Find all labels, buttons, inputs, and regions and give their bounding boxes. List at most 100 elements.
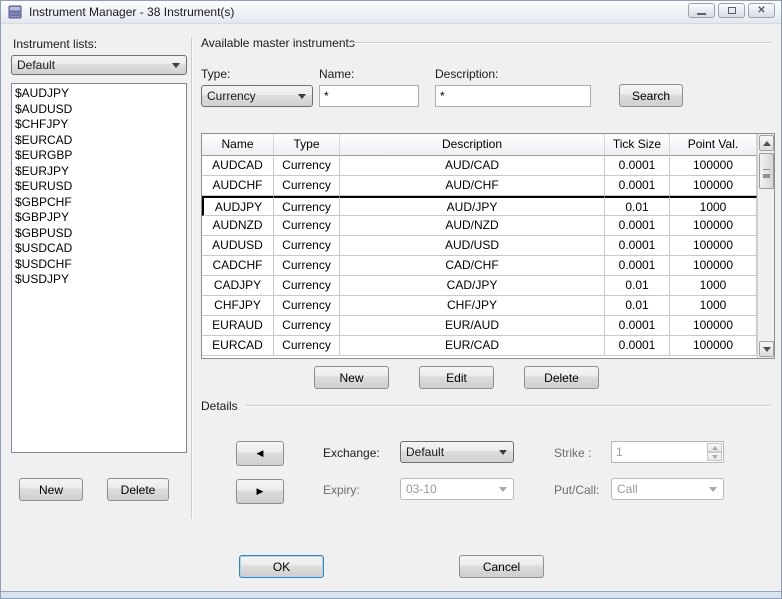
close-button[interactable]: ✕ <box>748 3 775 18</box>
maximize-button[interactable] <box>718 3 745 18</box>
table-cell-type[interactable]: Currency <box>274 296 340 316</box>
table-row[interactable]: AUDCAD Currency AUD/CAD 0.0001 100000 <box>202 156 774 176</box>
list-item[interactable]: $AUDUSD <box>15 102 186 118</box>
table-cell-point_val[interactable]: 100000 <box>670 176 757 196</box>
description-input[interactable] <box>435 85 591 107</box>
list-item[interactable]: $AUDJPY <box>15 86 186 102</box>
table-cell-description[interactable]: AUD/USD <box>340 236 605 256</box>
table-cell-type[interactable]: Currency <box>274 196 340 216</box>
table-cell-name[interactable]: AUDUSD <box>202 236 274 256</box>
list-item[interactable]: $USDJPY <box>15 272 186 288</box>
table-cell-point_val[interactable]: 1000 <box>670 296 757 316</box>
table-cell-tick_size[interactable]: 0.01 <box>605 296 670 316</box>
list-item[interactable]: $GBPJPY <box>15 210 186 226</box>
table-cell-point_val[interactable]: 100000 <box>670 336 757 356</box>
search-button[interactable]: Search <box>619 84 683 107</box>
table-row[interactable]: AUDUSD Currency AUD/USD 0.0001 100000 <box>202 236 774 256</box>
column-header[interactable]: Tick Size <box>605 134 670 156</box>
list-item[interactable]: $EURUSD <box>15 179 186 195</box>
list-item[interactable]: $USDCAD <box>15 241 186 257</box>
table-cell-point_val[interactable]: 100000 <box>670 216 757 236</box>
list-new-button[interactable]: New <box>19 478 83 501</box>
table-cell-description[interactable]: AUD/JPY <box>340 196 605 216</box>
table-cell-tick_size[interactable]: 0.0001 <box>605 176 670 196</box>
table-row[interactable]: AUDCHF Currency AUD/CHF 0.0001 100000 <box>202 176 774 196</box>
scroll-down-button[interactable] <box>759 341 774 357</box>
table-cell-tick_size[interactable]: 0.0001 <box>605 156 670 176</box>
table-row[interactable]: EURCAD Currency EUR/CAD 0.0001 100000 <box>202 336 774 356</box>
scroll-up-button[interactable] <box>759 135 774 151</box>
table-cell-type[interactable]: Currency <box>274 236 340 256</box>
table-cell-description[interactable]: EUR/CAD <box>340 336 605 356</box>
table-cell-tick_size[interactable]: 0.0001 <box>605 256 670 276</box>
table-cell-point_val[interactable]: 100000 <box>670 256 757 276</box>
list-item[interactable]: $CHFJPY <box>15 117 186 133</box>
table-cell-point_val[interactable]: 1000 <box>670 196 757 216</box>
table-cell-tick_size[interactable]: 0.0001 <box>605 316 670 336</box>
table-row[interactable]: AUDJPY Currency AUD/JPY 0.01 1000 <box>202 196 774 216</box>
name-input[interactable] <box>319 85 419 107</box>
table-cell-point_val[interactable]: 100000 <box>670 156 757 176</box>
table-cell-point_val[interactable]: 100000 <box>670 316 757 336</box>
column-header[interactable]: Name <box>202 134 274 156</box>
table-cell-description[interactable]: AUD/NZD <box>340 216 605 236</box>
list-item[interactable]: $GBPUSD <box>15 226 186 242</box>
table-cell-description[interactable]: EUR/AUD <box>340 316 605 336</box>
table-cell-point_val[interactable]: 100000 <box>670 236 757 256</box>
table-cell-tick_size[interactable]: 0.0001 <box>605 216 670 236</box>
table-cell-tick_size[interactable]: 0.01 <box>605 276 670 296</box>
list-delete-button[interactable]: Delete <box>107 478 169 501</box>
table-row[interactable]: CADJPY Currency CAD/JPY 0.01 1000 <box>202 276 774 296</box>
table-row[interactable]: AUDNZD Currency AUD/NZD 0.0001 100000 <box>202 216 774 236</box>
table-cell-description[interactable]: CAD/JPY <box>340 276 605 296</box>
table-row[interactable]: EURAUD Currency EUR/AUD 0.0001 100000 <box>202 316 774 336</box>
new-button[interactable]: New <box>314 366 389 389</box>
table-cell-name[interactable]: AUDNZD <box>202 216 274 236</box>
next-instrument-button[interactable]: ▶ <box>236 479 284 504</box>
scrollbar-thumb[interactable] <box>759 153 774 189</box>
table-cell-tick_size[interactable]: 0.01 <box>605 196 670 216</box>
table-cell-type[interactable]: Currency <box>274 156 340 176</box>
table-cell-type[interactable]: Currency <box>274 336 340 356</box>
table-cell-description[interactable]: AUD/CAD <box>340 156 605 176</box>
table-cell-tick_size[interactable]: 0.0001 <box>605 336 670 356</box>
list-item[interactable]: $EURJPY <box>15 164 186 180</box>
minimize-button[interactable] <box>688 3 715 18</box>
table-cell-type[interactable]: Currency <box>274 276 340 296</box>
table-cell-type[interactable]: Currency <box>274 216 340 236</box>
table-row[interactable]: CHFJPY Currency CHF/JPY 0.01 1000 <box>202 296 774 316</box>
table-cell-name[interactable]: AUDCHF <box>202 176 274 196</box>
table-cell-description[interactable]: CHF/JPY <box>340 296 605 316</box>
instrument-list-selector[interactable]: Default <box>11 55 187 75</box>
table-header[interactable]: Name Type Description Tick Size Point Val. <box>202 134 774 156</box>
table-cell-tick_size[interactable]: 0.0001 <box>605 236 670 256</box>
table-cell-description[interactable]: CAD/CHF <box>340 256 605 276</box>
table-row[interactable]: CADCHF Currency CAD/CHF 0.0001 100000 <box>202 256 774 276</box>
edit-button[interactable]: Edit <box>419 366 494 389</box>
table-cell-type[interactable]: Currency <box>274 316 340 336</box>
table-cell-type[interactable]: Currency <box>274 176 340 196</box>
exchange-select[interactable]: Default <box>400 441 514 463</box>
table-cell-type[interactable]: Currency <box>274 256 340 276</box>
cancel-button[interactable]: Cancel <box>459 555 544 578</box>
column-header[interactable]: Point Val. <box>670 134 757 156</box>
table-cell-point_val[interactable]: 1000 <box>670 276 757 296</box>
table-scrollbar[interactable] <box>757 134 774 358</box>
list-item[interactable]: $USDCHF <box>15 257 186 273</box>
type-select[interactable]: Currency <box>201 85 313 107</box>
column-header[interactable]: Type <box>274 134 340 156</box>
table-cell-name[interactable]: CADCHF <box>202 256 274 276</box>
prev-instrument-button[interactable]: ◀ <box>236 441 284 466</box>
ok-button[interactable]: OK <box>239 555 324 578</box>
list-item[interactable]: $EURCAD <box>15 133 186 149</box>
delete-button[interactable]: Delete <box>524 366 599 389</box>
table-cell-name[interactable]: EURCAD <box>202 336 274 356</box>
list-item[interactable]: $EURGBP <box>15 148 186 164</box>
table-cell-description[interactable]: AUD/CHF <box>340 176 605 196</box>
instrument-listbox[interactable]: $AUDJPY $AUDUSD $CHFJPY $EURCAD $EURGBP $EURJ… <box>11 83 187 453</box>
table-cell-name[interactable]: AUDJPY <box>202 196 274 216</box>
table-cell-name[interactable]: CHFJPY <box>202 296 274 316</box>
table-cell-name[interactable]: EURAUD <box>202 316 274 336</box>
list-item[interactable]: $GBPCHF <box>15 195 186 211</box>
column-header[interactable]: Description <box>340 134 605 156</box>
